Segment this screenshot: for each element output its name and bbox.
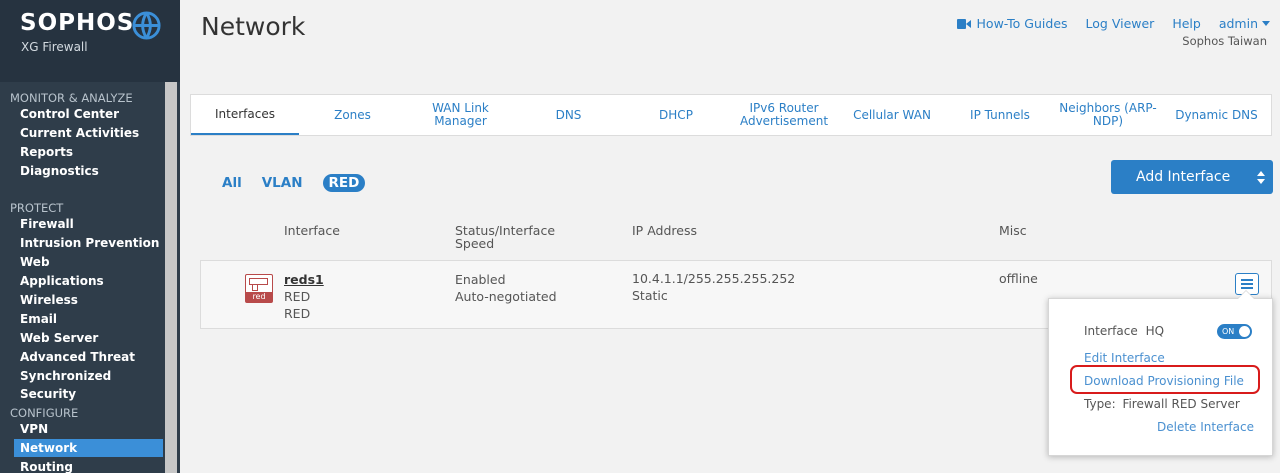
status-cell: Enabled Auto-negotiated xyxy=(455,271,557,305)
edit-interface-link[interactable]: Edit Interface xyxy=(1084,351,1165,365)
col-header-interface: Interface xyxy=(284,223,340,238)
type-value: Firewall RED Server xyxy=(1122,397,1240,411)
red-icon-label: red xyxy=(246,292,272,302)
section-protect: PROTECT xyxy=(10,201,64,215)
sophos-globe-icon xyxy=(132,11,161,40)
tab-cellular-wan[interactable]: Cellular WAN xyxy=(838,95,946,135)
nav-web-server[interactable]: Web Server xyxy=(14,329,163,347)
tab-wan-link-manager[interactable]: WAN Link Manager xyxy=(406,95,515,135)
col-header-misc: Misc xyxy=(999,223,1027,238)
top-links: How-To Guides Log Viewer Help admin xyxy=(939,16,1270,31)
product-name: XG Firewall xyxy=(21,40,88,54)
add-interface-label: Add Interface xyxy=(1136,169,1231,185)
nav-vpn[interactable]: VPN xyxy=(14,420,163,438)
log-viewer-link[interactable]: Log Viewer xyxy=(1086,16,1155,31)
nav-control-center[interactable]: Control Center xyxy=(14,105,163,123)
tab-dns[interactable]: DNS xyxy=(515,95,622,135)
interface-toggle[interactable]: ON xyxy=(1217,324,1252,339)
page-title: Network xyxy=(201,12,306,41)
col-header-status: Status/Interface Speed xyxy=(455,223,556,251)
interface-zone-value: HQ xyxy=(1145,324,1165,338)
how-to-guides-label: How-To Guides xyxy=(976,16,1068,31)
sidebar-scrollbar[interactable] xyxy=(165,82,177,473)
tab-interfaces[interactable]: Interfaces xyxy=(191,95,299,135)
section-configure: CONFIGURE xyxy=(10,406,79,420)
interface-zone: RED xyxy=(284,306,311,321)
nav-email[interactable]: Email xyxy=(14,310,163,328)
red-device-icon: red xyxy=(245,274,273,303)
filter-all[interactable]: All xyxy=(222,175,242,191)
nav-firewall[interactable]: Firewall xyxy=(14,215,163,233)
ip-cell: 10.4.1.1/255.255.255.252 Static xyxy=(632,270,795,304)
interface-cell: reds1 RED RED xyxy=(284,271,324,322)
help-link[interactable]: Help xyxy=(1172,16,1201,31)
row-action-menu: Interface HQ ON Edit Interface Download … xyxy=(1048,290,1273,456)
tab-dynamic-dns[interactable]: Dynamic DNS xyxy=(1162,95,1271,135)
brand-name: SOPHOS xyxy=(20,10,135,36)
interface-zone-row: Interface HQ xyxy=(1084,324,1164,338)
video-icon xyxy=(956,18,971,29)
nav-web[interactable]: Web xyxy=(14,253,163,271)
nav-routing[interactable]: Routing xyxy=(14,458,163,473)
dropdown-arrows-icon xyxy=(1257,171,1265,184)
brand-header: SOPHOS XG Firewall xyxy=(0,0,180,82)
how-to-guides-link[interactable]: How-To Guides xyxy=(956,16,1068,31)
nav-reports[interactable]: Reports xyxy=(14,143,163,161)
ip-address: 10.4.1.1/255.255.255.252 xyxy=(632,271,796,286)
delete-interface-link[interactable]: Delete Interface xyxy=(1157,420,1254,434)
chevron-down-icon xyxy=(1262,21,1270,26)
nav-wireless[interactable]: Wireless xyxy=(14,291,163,309)
interface-label: Interface xyxy=(1084,324,1138,338)
tab-ip-tunnels[interactable]: IP Tunnels xyxy=(946,95,1054,135)
organization-name: Sophos Taiwan xyxy=(1182,34,1267,48)
tab-dhcp[interactable]: DHCP xyxy=(622,95,730,135)
nav-current-activities[interactable]: Current Activities xyxy=(14,124,163,142)
toggle-label: ON xyxy=(1222,327,1235,336)
tab-zones[interactable]: Zones xyxy=(299,95,406,135)
tab-neighbors[interactable]: Neighbors (ARP-NDP) xyxy=(1054,95,1162,135)
nav-network[interactable]: Network xyxy=(14,439,163,457)
interface-status: Enabled xyxy=(455,272,506,287)
filter-vlan[interactable]: VLAN xyxy=(262,175,303,191)
add-interface-button[interactable]: Add Interface xyxy=(1111,160,1273,194)
type-label: Type: xyxy=(1084,397,1116,411)
interface-type: RED xyxy=(284,289,311,304)
nav-synchronized-security[interactable]: Synchronized Security xyxy=(14,367,163,401)
user-name: admin xyxy=(1218,16,1258,31)
section-monitor: MONITOR & ANALYZE xyxy=(10,91,133,105)
nav-advanced-threat[interactable]: Advanced Threat xyxy=(14,348,163,366)
user-menu[interactable]: admin xyxy=(1219,16,1270,31)
tab-ipv6-router-advertisement[interactable]: IPv6 Router Advertisement xyxy=(730,95,838,135)
highlight-annotation xyxy=(1070,365,1260,394)
nav-applications[interactable]: Applications xyxy=(14,272,163,290)
misc-cell: offline xyxy=(999,271,1038,286)
interface-speed: Auto-negotiated xyxy=(455,289,557,304)
filter-red[interactable]: RED xyxy=(322,174,366,192)
col-header-ip-address: IP Address xyxy=(632,223,697,238)
nav-intrusion-prevention[interactable]: Intrusion Prevention xyxy=(14,234,163,252)
tab-bar: Interfaces Zones WAN Link Manager DNS DH… xyxy=(190,94,1272,136)
ip-mode: Static xyxy=(632,288,668,303)
sidebar: SOPHOS XG Firewall MONITOR & ANALYZE Con… xyxy=(0,0,180,473)
interface-name-link[interactable]: reds1 xyxy=(284,271,324,288)
type-row: Type: Firewall RED Server xyxy=(1084,397,1240,411)
nav-diagnostics[interactable]: Diagnostics xyxy=(14,162,163,180)
interface-filter: All VLAN RED xyxy=(222,174,366,192)
